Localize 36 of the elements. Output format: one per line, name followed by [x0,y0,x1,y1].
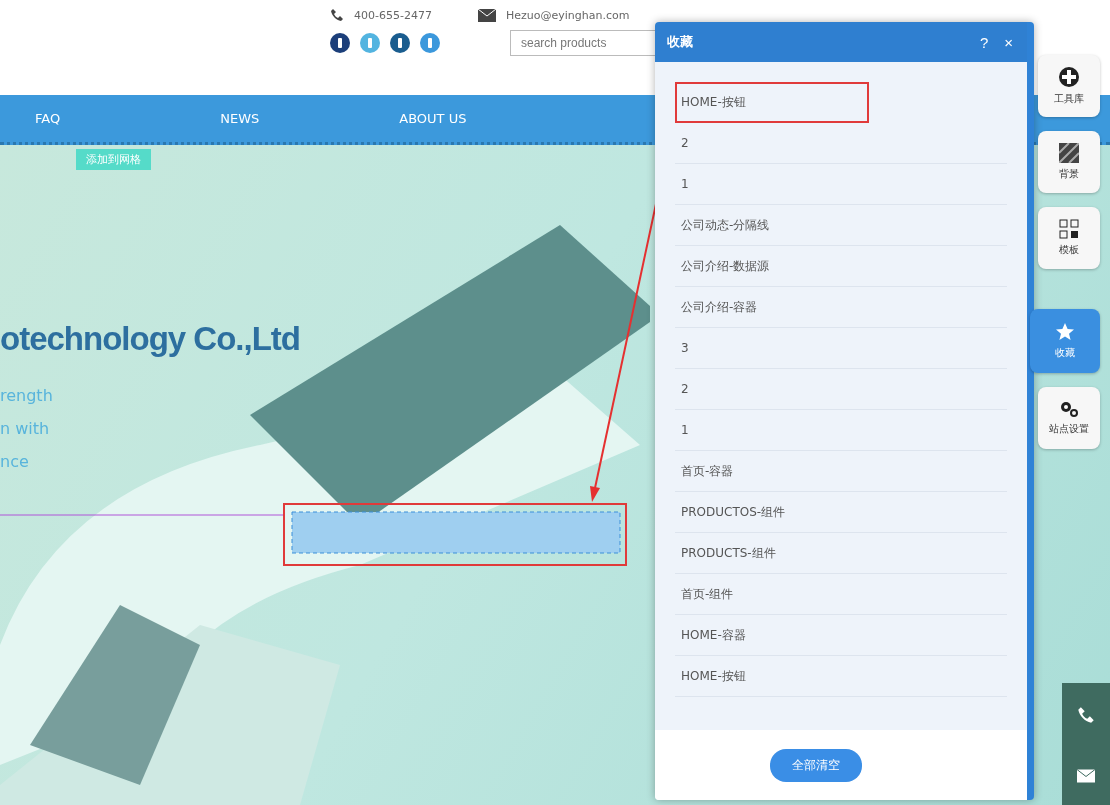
favorite-item[interactable]: 公司介绍-容器 [675,287,1007,328]
email-address: Hezuo@eyinghan.com [505,8,630,22]
favorite-item[interactable]: PRODUCTOS-组件 [675,492,1007,533]
hero-text: nce [0,452,29,471]
star-icon [1055,322,1075,342]
hero-text: n with [0,419,50,438]
envelope-icon [477,8,496,22]
favorite-item[interactable]: HOME-按钮 [675,656,1007,697]
phone-icon[interactable] [1077,705,1095,724]
favorite-item[interactable]: PRODUCTS-组件 [675,533,1007,574]
favorite-item[interactable]: HOME-容器 [675,615,1007,656]
favorite-item[interactable]: 公司动态-分隔线 [675,205,1007,246]
phone-icon [330,8,344,22]
help-button[interactable]: ? [977,33,991,51]
toolbar-button[interactable]: 背景 [1038,131,1100,193]
grid-icon [1059,219,1079,239]
toolbar-button[interactable]: 模板 [1038,207,1100,269]
plus-circle-icon [1058,66,1080,88]
hero-heading: otechnology Co.,Ltd [0,320,300,358]
hero-text: rength [0,386,53,405]
phone-number: 400-655-2477 [354,8,432,22]
favorite-item[interactable]: 首页-容器 [675,451,1007,492]
toolbar-button[interactable]: 工具库 [1038,55,1100,117]
pattern-icon [1059,143,1079,163]
favorite-item[interactable]: 1 [675,164,1007,205]
toolbar-button[interactable]: 站点设置 [1038,387,1100,449]
favorite-item[interactable]: 2 [675,123,1007,164]
favorite-item[interactable]: 1 [675,410,1007,451]
favorite-item[interactable]: HOME-按钮 [675,82,869,123]
gears-icon [1059,400,1079,418]
favorite-item[interactable]: 公司介绍-数据源 [675,246,1007,287]
favorite-item[interactable]: 首页-组件 [675,574,1007,615]
favorite-item[interactable]: 3 [675,328,1007,369]
close-button[interactable]: × [1002,33,1015,51]
envelope-icon[interactable] [1077,768,1095,783]
favorite-item[interactable]: 2 [675,369,1007,410]
